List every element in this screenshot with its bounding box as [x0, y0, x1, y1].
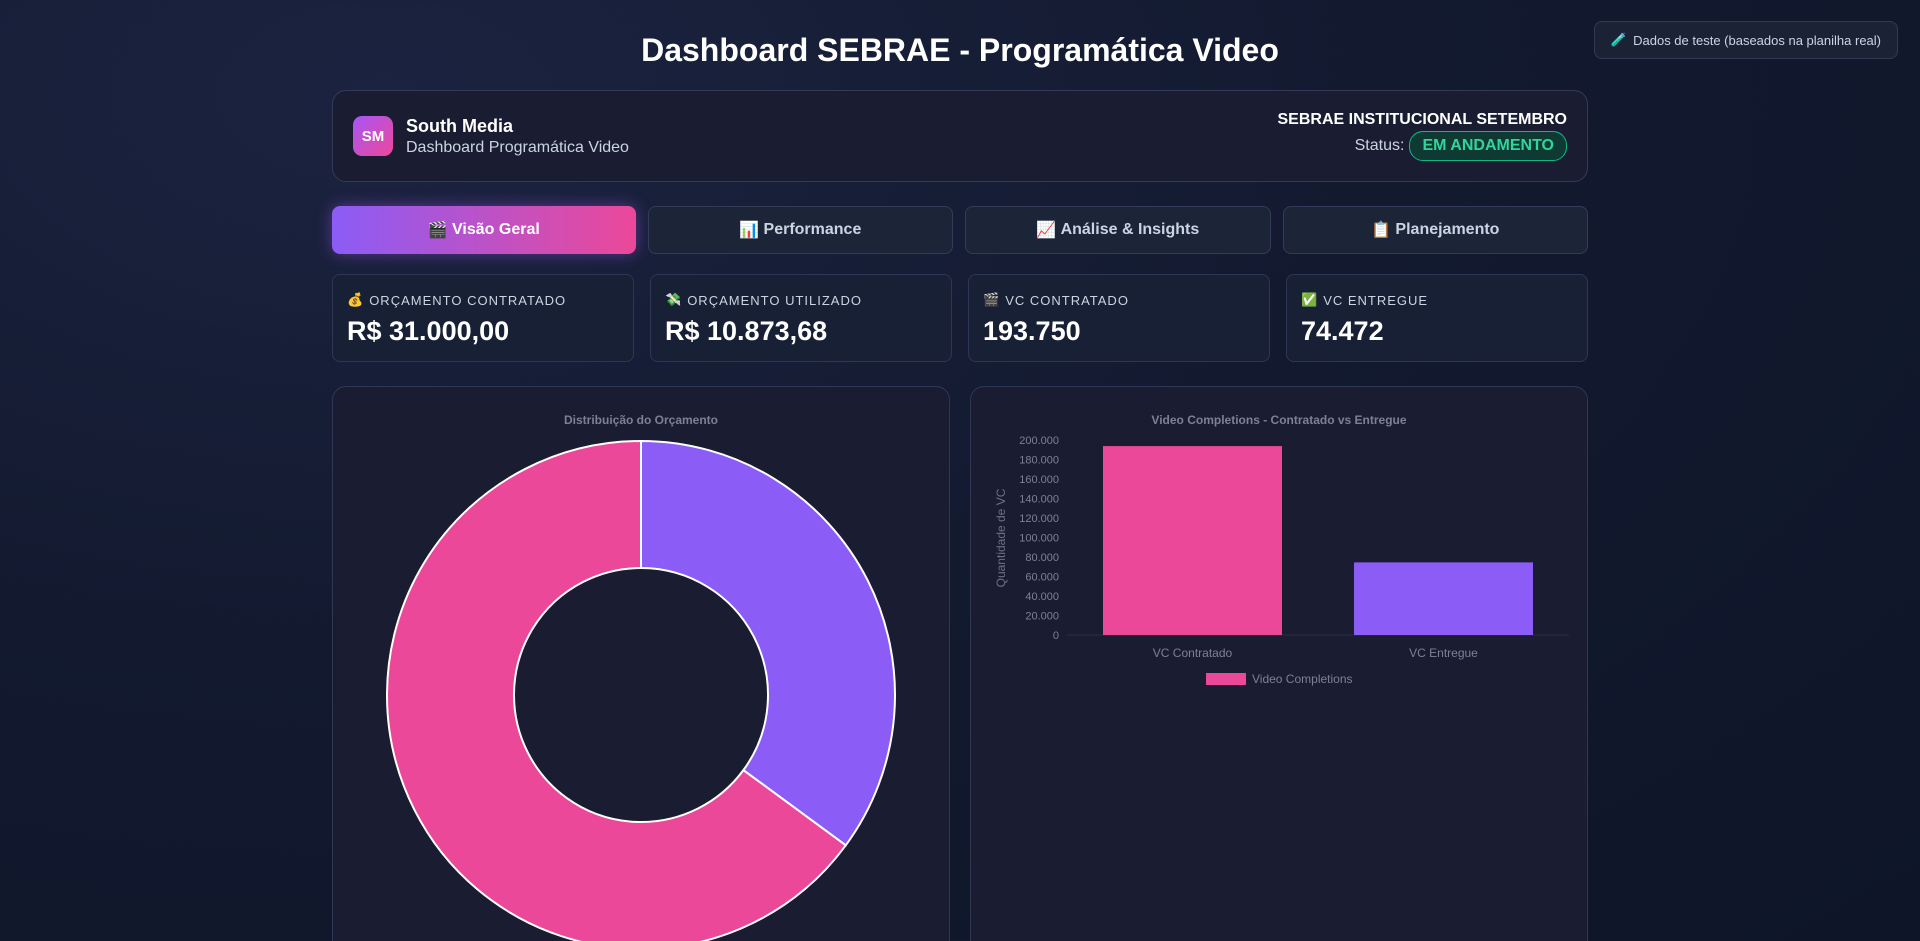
vc-bar-chart: Video Completions - Contratado vs Entreg…	[994, 413, 1569, 686]
y-tick-label: 140.000	[1019, 494, 1059, 506]
legend-label[interactable]: Video Completions	[1252, 672, 1353, 686]
x-tick-label: VC Contratado	[1153, 646, 1233, 660]
legend-swatch	[1206, 673, 1246, 685]
y-tick-label: 120.000	[1019, 513, 1059, 525]
y-axis-label: Quantidade de VC	[994, 488, 1008, 587]
tab-performance[interactable]: 📊 Performance	[647, 206, 953, 254]
clapper-icon: 🎬	[427, 222, 448, 239]
flying-money-icon: 💸	[665, 292, 683, 307]
kpi-card-orcamento-contratado: 💰 ORÇAMENTO CONTRATADO R$ 31.000,00	[332, 274, 634, 362]
y-tick-label: 20.000	[1025, 611, 1059, 623]
y-tick-label: 60.000	[1025, 572, 1059, 584]
status-badge: EM ANDAMENTO	[1409, 131, 1567, 161]
tab-visao-geral[interactable]: 🎬 Visão Geral	[332, 206, 636, 254]
kpi-value: 74.472	[1301, 316, 1384, 346]
kpi-label: VC CONTRATADO	[1005, 292, 1129, 308]
clapper-icon: 🎬	[983, 292, 1001, 307]
y-tick-label: 80.000	[1025, 552, 1059, 564]
donut-slice-utilizado[interactable]	[640, 439, 896, 847]
tab-label: Visão Geral	[452, 221, 540, 238]
status-label: Status:	[1354, 137, 1405, 154]
campaign-info: SEBRAE INSTITUCIONAL SETEMBRO Status: EM…	[1277, 111, 1568, 161]
tab-label: Planejamento	[1395, 221, 1500, 238]
y-tick-label: 100.000	[1019, 533, 1059, 545]
kpi-card-vc-entregue: ✅ VC ENTREGUE 74.472	[1286, 274, 1588, 362]
brand: SM South Media Dashboard Programática Vi…	[353, 116, 629, 157]
y-tick-label: 40.000	[1025, 591, 1059, 603]
kpi-value: R$ 31.000,00	[347, 316, 510, 346]
kpi-label: ORÇAMENTO UTILIZADO	[687, 292, 862, 308]
brand-subtitle: Dashboard Programática Video	[406, 138, 629, 156]
budget-donut-chart: Distribuição do Orçamento	[386, 413, 896, 941]
kpi-card-vc-contratado: 🎬 VC CONTRATADO 193.750	[968, 274, 1270, 362]
donut-chart-title: Distribuição do Orçamento	[564, 413, 718, 427]
tab-planejamento[interactable]: 📋 Planejamento	[1282, 206, 1588, 254]
kpi-value: 193.750	[983, 316, 1081, 346]
y-tick-label: 200.000	[1019, 435, 1059, 447]
clipboard-icon: 📋	[1371, 222, 1391, 239]
trend-chart-icon: 📈	[1036, 222, 1057, 239]
kpi-value: R$ 10.873,68	[665, 316, 828, 346]
tab-label: Performance	[763, 221, 862, 238]
bar-vc-entregue[interactable]	[1354, 562, 1533, 635]
bar-vc-contratado[interactable]	[1103, 446, 1282, 635]
bar-chart-icon: 📊	[739, 222, 760, 239]
campaign-header: SM South Media Dashboard Programática Vi…	[332, 90, 1588, 182]
check-icon: ✅	[1301, 292, 1319, 307]
kpi-label: VC ENTREGUE	[1323, 292, 1429, 308]
brand-logo: SM	[353, 116, 393, 156]
money-bag-icon: 💰	[347, 292, 365, 307]
brand-name: South Media	[406, 115, 513, 136]
campaign-name: SEBRAE INSTITUCIONAL SETEMBRO	[1277, 111, 1568, 128]
page-title: Dashboard SEBRAE - Programática Video	[641, 32, 1279, 68]
budget-distribution-panel: Distribuição do Orçamento	[332, 386, 950, 941]
video-completions-panel: Video Completions - Contratado vs Entreg…	[970, 386, 1588, 941]
kpi-card-orcamento-utilizado: 💸 ORÇAMENTO UTILIZADO R$ 10.873,68	[650, 274, 952, 362]
tab-analise-insights[interactable]: 📈 Análise & Insights	[965, 206, 1271, 254]
tab-label: Análise & Insights	[1060, 221, 1200, 238]
y-tick-label: 0	[1053, 630, 1059, 642]
x-tick-label: VC Entregue	[1409, 646, 1478, 660]
y-tick-label: 180.000	[1019, 455, 1059, 467]
bar-chart-title: Video Completions - Contratado vs Entreg…	[1151, 413, 1406, 427]
y-tick-label: 160.000	[1019, 474, 1059, 486]
kpi-label: ORÇAMENTO CONTRATADO	[369, 292, 567, 308]
status-row: Status: EM ANDAMENTO	[1278, 131, 1567, 161]
kpi-row: 💰 ORÇAMENTO CONTRATADO R$ 31.000,00 💸 ORÇA…	[332, 274, 1588, 362]
tab-bar: 🎬 Visão Geral 📊 Performance 📈 Análise & …	[332, 206, 1588, 254]
